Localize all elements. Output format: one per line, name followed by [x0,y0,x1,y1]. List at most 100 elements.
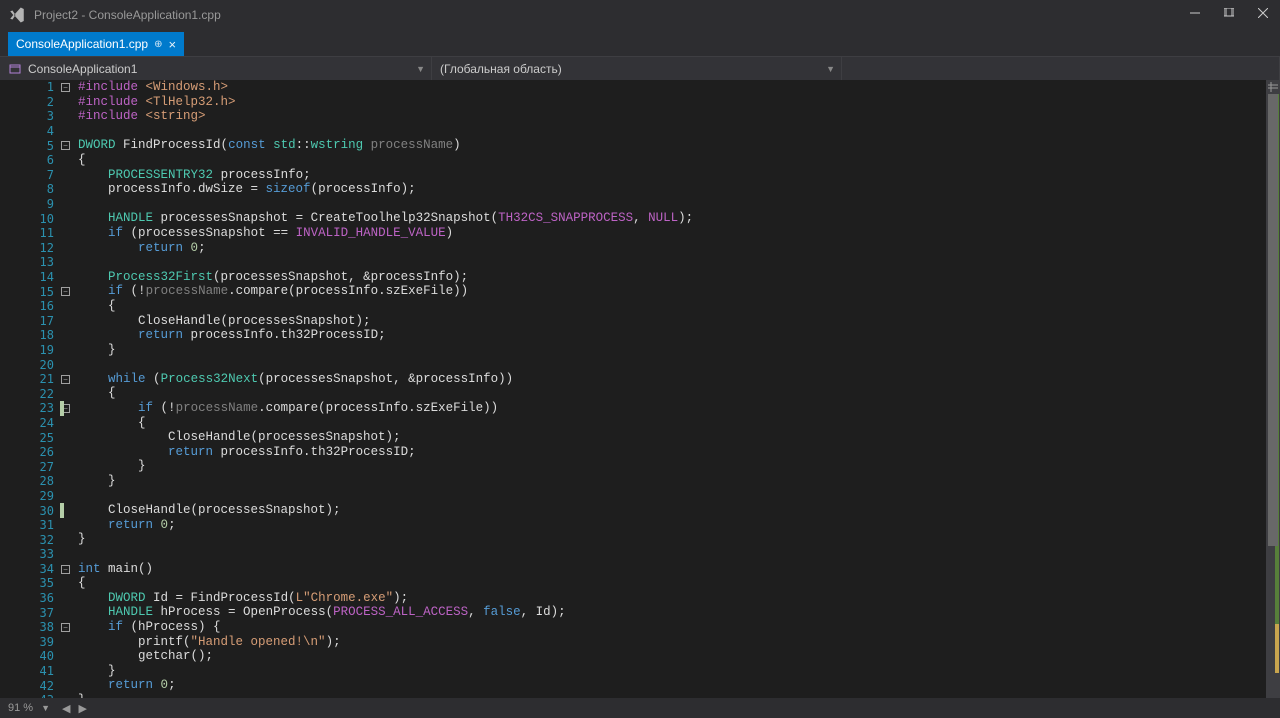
code-line[interactable]: printf("Handle opened!\n"); [78,635,1266,650]
line-number[interactable]: 18 [0,328,60,343]
code-line[interactable]: } [78,343,1266,358]
member-dropdown[interactable] [842,57,1280,80]
code-line[interactable]: if (hProcess) { [78,620,1266,635]
line-number[interactable]: 33 [0,547,60,562]
close-button[interactable] [1246,0,1280,26]
code-line[interactable]: return 0; [78,241,1266,256]
line-number[interactable]: 10 [0,211,60,226]
code-line[interactable]: return 0; [78,518,1266,533]
code-line[interactable] [78,197,1266,212]
code-line[interactable]: #include <TlHelp32.h> [78,95,1266,110]
code-line[interactable]: CloseHandle(processesSnapshot); [78,503,1266,518]
line-number[interactable]: 9 [0,197,60,212]
line-number[interactable]: 28 [0,474,60,489]
fold-toggle[interactable]: − [61,83,70,92]
fold-toggle[interactable]: − [61,565,70,574]
line-number[interactable]: 36 [0,591,60,606]
code-line[interactable] [78,489,1266,504]
line-number[interactable]: 40 [0,649,60,664]
code-content[interactable]: #include <Windows.h>#include <TlHelp32.h… [74,80,1266,698]
code-line[interactable]: } [78,459,1266,474]
code-line[interactable]: #include <string> [78,109,1266,124]
line-number[interactable]: 6 [0,153,60,168]
line-number[interactable]: 1 [0,80,60,95]
code-line[interactable]: getchar(); [78,649,1266,664]
line-number[interactable]: 27 [0,459,60,474]
scope-dropdown[interactable]: (Глобальная область) ▼ [432,57,842,80]
line-number[interactable]: 42 [0,678,60,693]
fold-toggle[interactable]: − [61,287,70,296]
line-gutter[interactable]: 1234567891011121314151617181920212223242… [0,80,60,698]
code-line[interactable]: return processInfo.th32ProcessID; [78,328,1266,343]
minimize-button[interactable] [1178,0,1212,26]
zoom-level[interactable]: 91 % [8,702,33,714]
maximize-button[interactable] [1212,0,1246,26]
code-line[interactable]: CloseHandle(processesSnapshot); [78,314,1266,329]
line-number[interactable]: 4 [0,124,60,139]
line-number[interactable]: 31 [0,518,60,533]
tab-active[interactable]: ConsoleApplication1.cpp ⊕ × [8,32,184,56]
code-line[interactable]: } [78,664,1266,679]
line-number[interactable]: 35 [0,576,60,591]
code-line[interactable]: PROCESSENTRY32 processInfo; [78,168,1266,183]
nav-fwd-icon[interactable]: ▶ [78,702,86,715]
split-handle-icon[interactable] [1266,80,1280,94]
line-number[interactable]: 24 [0,416,60,431]
code-line[interactable]: return processInfo.th32ProcessID; [78,445,1266,460]
line-number[interactable]: 20 [0,357,60,372]
code-line[interactable]: if (!processName.compare(processInfo.szE… [78,284,1266,299]
line-number[interactable]: 41 [0,664,60,679]
line-number[interactable]: 14 [0,270,60,285]
code-line[interactable]: HANDLE hProcess = OpenProcess(PROCESS_AL… [78,605,1266,620]
line-number[interactable]: 22 [0,386,60,401]
line-number[interactable]: 5 [0,138,60,153]
line-number[interactable]: 21 [0,372,60,387]
code-line[interactable]: { [78,299,1266,314]
code-line[interactable]: } [78,532,1266,547]
line-number[interactable]: 23 [0,401,60,416]
line-number[interactable]: 37 [0,605,60,620]
line-number[interactable]: 38 [0,620,60,635]
code-line[interactable]: return 0; [78,678,1266,693]
line-number[interactable]: 30 [0,503,60,518]
line-number[interactable]: 26 [0,445,60,460]
fold-toggle[interactable]: − [61,623,70,632]
line-number[interactable]: 17 [0,314,60,329]
tab-close-icon[interactable]: × [168,37,176,52]
class-dropdown[interactable]: ConsoleApplication1 ▼ [0,57,432,80]
line-number[interactable]: 13 [0,255,60,270]
code-line[interactable]: { [78,386,1266,401]
line-number[interactable]: 39 [0,635,60,650]
line-number[interactable]: 7 [0,168,60,183]
code-line[interactable] [78,124,1266,139]
fold-toggle[interactable]: − [61,375,70,384]
line-number[interactable]: 29 [0,489,60,504]
code-line[interactable]: DWORD Id = FindProcessId(L"Chrome.exe"); [78,591,1266,606]
line-number[interactable]: 3 [0,109,60,124]
editor-area[interactable]: 1234567891011121314151617181920212223242… [0,80,1266,698]
code-line[interactable]: } [78,474,1266,489]
line-number[interactable]: 19 [0,343,60,358]
code-line[interactable] [78,357,1266,372]
nav-back-icon[interactable]: ◀ [62,702,70,715]
code-line[interactable]: if (processesSnapshot == INVALID_HANDLE_… [78,226,1266,241]
code-line[interactable]: if (!processName.compare(processInfo.szE… [78,401,1266,416]
code-line[interactable]: { [78,153,1266,168]
vertical-scrollbar[interactable] [1266,80,1280,698]
line-number[interactable]: 12 [0,241,60,256]
code-line[interactable]: Process32First(processesSnapshot, &proce… [78,270,1266,285]
code-line[interactable]: int main() [78,562,1266,577]
scroll-thumb[interactable] [1268,82,1278,546]
line-number[interactable]: 25 [0,430,60,445]
line-number[interactable]: 32 [0,532,60,547]
line-number[interactable]: 2 [0,95,60,110]
code-line[interactable]: CloseHandle(processesSnapshot); [78,430,1266,445]
code-line[interactable]: { [78,576,1266,591]
code-line[interactable]: { [78,416,1266,431]
fold-strip[interactable]: −−−−−−− [60,80,74,698]
code-line[interactable]: HANDLE processesSnapshot = CreateToolhel… [78,211,1266,226]
code-line[interactable] [78,547,1266,562]
fold-toggle[interactable]: − [61,141,70,150]
code-line[interactable]: DWORD FindProcessId(const std::wstring p… [78,138,1266,153]
pin-icon[interactable]: ⊕ [154,39,162,50]
